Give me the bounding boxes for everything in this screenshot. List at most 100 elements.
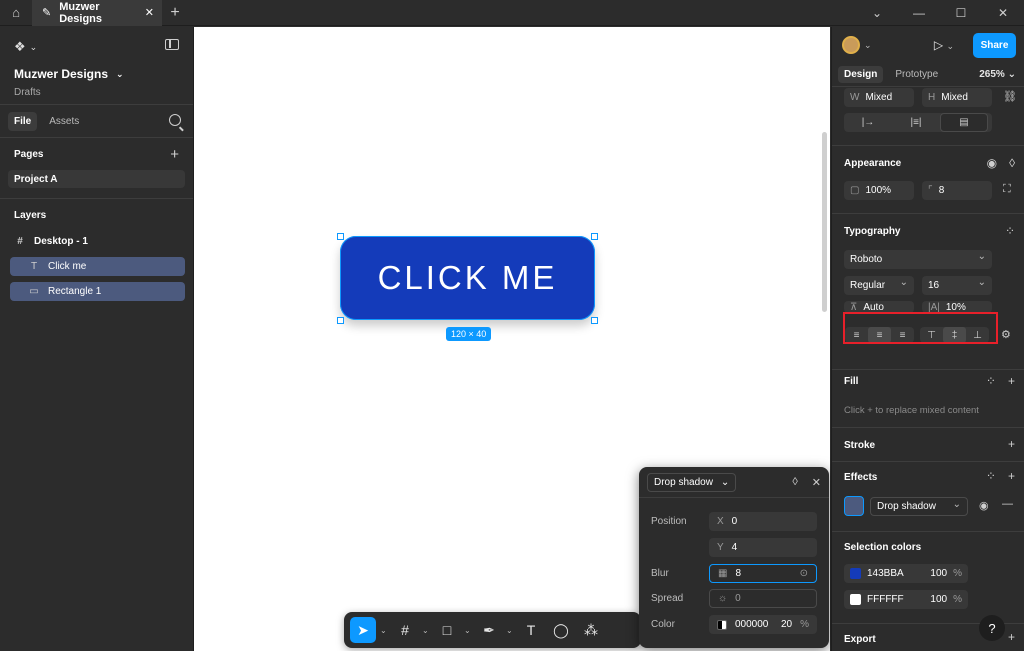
avatar[interactable]	[842, 36, 860, 54]
color-swatch[interactable]	[850, 594, 861, 605]
tab-design[interactable]: Design	[838, 66, 884, 83]
chevron-down-icon: ⌄	[720, 476, 730, 488]
share-button[interactable]: Share	[973, 33, 1016, 58]
comment-tool-icon[interactable]: ◯	[548, 617, 574, 643]
resize-handle-tr[interactable]	[591, 233, 598, 240]
figma-logo-icon: ❖	[14, 39, 26, 54]
font-size-field[interactable]: 16	[922, 276, 992, 295]
layers-header: Layers	[0, 199, 193, 231]
tab-prototype[interactable]: Prototype	[889, 66, 944, 83]
shadow-y-field[interactable]: Y 4	[709, 538, 817, 557]
project-header: ❖ ⌄ Muzwer Designs ⌄ Drafts	[0, 27, 193, 105]
chevron-down-icon[interactable]: ⌄	[422, 626, 430, 635]
typography-title: Typography	[844, 226, 901, 237]
pen-tool-icon[interactable]: ✒	[476, 617, 502, 643]
move-tool-icon[interactable]: ➤	[350, 617, 376, 643]
hug-contents-icon[interactable]: |≡|	[892, 113, 940, 132]
window-controls: ⌄ — ☐ ✕	[856, 6, 1024, 20]
font-family-select[interactable]: Roboto	[844, 250, 992, 269]
home-icon[interactable]: ⌂	[0, 0, 32, 26]
remove-effect-icon[interactable]: —	[1002, 498, 1013, 510]
drop-icon[interactable]: ◊	[1009, 156, 1015, 170]
main-menu-button[interactable]: ❖ ⌄	[14, 39, 179, 55]
rectangle-icon: ▭	[29, 286, 39, 297]
effect-type-select[interactable]: Drop shadow ⌄	[647, 472, 737, 492]
file-tab[interactable]: ✎ Muzwer Designs ✕	[32, 0, 162, 26]
width-field[interactable]: W Mixed	[844, 88, 914, 107]
height-field[interactable]: H Mixed	[922, 88, 992, 107]
shadow-color-field[interactable]: 000000 20 %	[709, 615, 817, 634]
maximize-icon[interactable]: ☐	[940, 6, 982, 20]
font-weight-select[interactable]: Regular	[844, 276, 914, 295]
close-window-icon[interactable]: ✕	[982, 6, 1024, 20]
add-page-icon[interactable]: +	[170, 146, 179, 163]
frame-tool-icon[interactable]: #	[392, 617, 418, 643]
blur-label: Blur	[651, 568, 669, 579]
fixed-width-icon[interactable]: |→	[844, 113, 892, 132]
resize-handle-tl[interactable]	[337, 233, 344, 240]
chevron-down-icon[interactable]: ⌄	[864, 40, 872, 51]
export-title: Export	[844, 634, 876, 645]
independent-corners-icon[interactable]: ⛶	[1003, 183, 1011, 196]
layer-rectangle-1[interactable]: ▭ Rectangle 1	[10, 282, 185, 301]
shadow-spread-field[interactable]: ☼ 0	[709, 589, 817, 608]
chevron-down-icon[interactable]: ⌄	[380, 626, 388, 635]
color-swatch[interactable]	[850, 568, 861, 579]
text-styles-icon[interactable]: ⁘	[1005, 224, 1015, 238]
add-effect-icon[interactable]: +	[1008, 469, 1015, 483]
resize-handle-bl[interactable]	[337, 317, 344, 324]
effect-settings-icon[interactable]	[844, 496, 864, 516]
new-tab-icon[interactable]: +	[162, 4, 188, 22]
actions-tool-icon[interactable]: ⁂	[578, 617, 604, 643]
eye-icon[interactable]: ◉	[979, 499, 989, 512]
layer-click-me[interactable]: T Click me	[10, 257, 185, 276]
tab-file[interactable]: File	[8, 111, 38, 131]
font-weight-value: Regular	[850, 280, 886, 291]
chevron-down-icon[interactable]: ⌄	[856, 6, 898, 20]
chevron-down-icon[interactable]: ⌄	[464, 626, 472, 635]
shadow-x-field[interactable]: X 0	[709, 512, 817, 531]
selection-color-row[interactable]: 143BBA 100 %	[844, 564, 968, 583]
layer-desktop-1[interactable]: # Desktop - 1	[0, 231, 193, 251]
corner-radius-field[interactable]: ⌜ 8	[922, 181, 992, 200]
constrain-proportions-icon[interactable]: ⛓	[1003, 90, 1017, 103]
present-play-icon[interactable]: ▷ ⌄	[934, 38, 954, 52]
styles-icon[interactable]: ⁘	[986, 469, 996, 483]
page-item[interactable]: Project A	[8, 170, 185, 188]
chevron-down-icon[interactable]: ⌄	[506, 626, 514, 635]
auto-height-icon[interactable]: ▤	[940, 113, 988, 132]
resize-handle-br[interactable]	[591, 317, 598, 324]
shadow-blur-field[interactable]: ▦ 8 ⊙	[709, 564, 817, 583]
vertical-scrollbar[interactable]	[822, 132, 827, 312]
blend-mode-icon[interactable]: ◊	[792, 476, 797, 489]
zoom-value: 265%	[979, 69, 1005, 80]
variable-icon[interactable]: ⊙	[800, 568, 808, 579]
add-fill-icon[interactable]: +	[1008, 374, 1015, 388]
close-tab-icon[interactable]: ✕	[145, 6, 154, 19]
text-tool-icon[interactable]: T	[518, 617, 544, 643]
eye-icon[interactable]: ◉	[987, 156, 997, 170]
add-stroke-icon[interactable]: +	[1008, 437, 1015, 451]
minimize-icon[interactable]: —	[898, 6, 940, 20]
letter-spacing-icon: |A|	[928, 301, 940, 313]
effect-type-select[interactable]: Drop shadow	[870, 497, 968, 516]
help-button[interactable]: ?	[979, 615, 1005, 641]
tab-assets[interactable]: Assets	[43, 112, 85, 131]
project-location[interactable]: Drafts	[14, 87, 179, 98]
radius-value: 8	[938, 185, 945, 196]
styles-icon[interactable]: ⁘	[986, 374, 996, 388]
color-swatch[interactable]	[717, 619, 727, 630]
height-value: Mixed	[941, 92, 968, 103]
type-settings-icon[interactable]: ⚙	[1001, 328, 1011, 341]
add-export-icon[interactable]: +	[1008, 630, 1015, 644]
search-icon[interactable]	[169, 114, 181, 126]
zoom-level[interactable]: 265% ⌄	[979, 69, 1016, 80]
close-icon[interactable]: ✕	[812, 476, 821, 489]
selection-color-row[interactable]: FFFFFF 100 %	[844, 590, 968, 609]
opacity-field[interactable]: ▢ 100%	[844, 181, 914, 200]
layer-label: Desktop - 1	[34, 235, 88, 247]
sidebar-toggle-icon[interactable]	[165, 39, 179, 50]
project-name[interactable]: Muzwer Designs ⌄	[14, 67, 179, 81]
y-value: 4	[731, 542, 738, 553]
shape-tool-icon[interactable]: □	[434, 617, 460, 643]
